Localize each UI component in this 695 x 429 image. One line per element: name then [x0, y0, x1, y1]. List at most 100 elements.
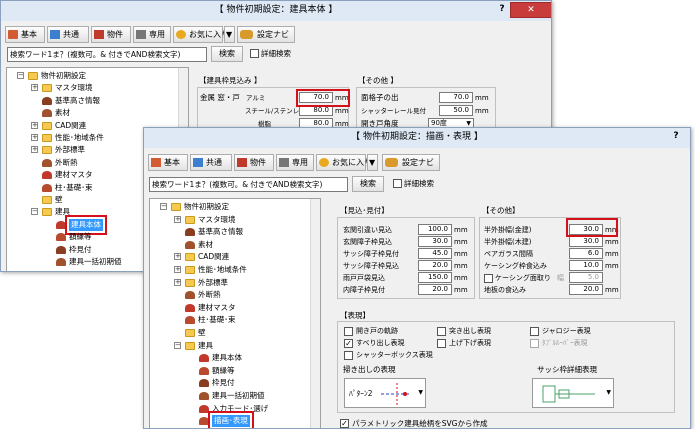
back-help-button[interactable]: ?	[494, 2, 510, 18]
expander-icon[interactable]: +	[31, 84, 38, 92]
front-tree-item-label: 建具	[198, 340, 213, 350]
expression-checkbox[interactable]	[530, 339, 539, 348]
expression-checkbox-label: 開き戸の軌跡	[356, 327, 398, 335]
front-tree-item[interactable]: 建材マスタ	[150, 302, 310, 314]
back-title-bar: 【 物件初期設定：建具本体 】 ? ✕	[1, 1, 551, 21]
front-tree-item[interactable]: 外断熱	[150, 289, 310, 301]
back-tree-item[interactable]: 素材	[7, 107, 177, 119]
expander-icon[interactable]: +	[174, 266, 181, 273]
back-steel-unit: mm	[335, 107, 349, 115]
back-detail-search-label: 詳細検索	[261, 49, 291, 58]
mitsuke-section-title: 【見込･見付】	[340, 206, 389, 215]
sash-detail-select[interactable]: ▼	[532, 378, 614, 408]
other-row-input[interactable]: 20.0	[569, 284, 603, 295]
front-tree-item[interactable]: 素材	[150, 239, 310, 251]
expression-checkbox[interactable]	[344, 351, 353, 360]
back-tree-item-label: 柱･基礎･束	[55, 182, 93, 192]
svg-option-checkbox[interactable]: ✓	[340, 419, 349, 428]
front-tree-item[interactable]: 額縁等	[150, 365, 310, 377]
front-favorites-button[interactable]: お気に入り	[316, 154, 372, 171]
front-tree-item[interactable]: 入力モード･選げ	[150, 403, 310, 415]
front-tree-scrollbar[interactable]	[310, 199, 320, 428]
mitsuke-row-unit: mm	[454, 238, 468, 246]
expression-checkbox[interactable]	[530, 327, 539, 336]
front-tree-item[interactable]: 壁	[150, 327, 310, 339]
expression-checkbox[interactable]	[437, 339, 446, 348]
expander-icon[interactable]: −	[174, 341, 181, 349]
other-row-input[interactable]: 10.0	[569, 260, 603, 271]
other-row-input[interactable]: 5.0	[569, 272, 603, 283]
other-row-checkbox[interactable]	[484, 274, 493, 283]
back-grille-input[interactable]: 70.0	[439, 92, 473, 103]
expression-checkbox[interactable]: ✓	[344, 339, 353, 348]
mitsuke-row-unit: mm	[454, 226, 468, 234]
front-detail-search-checkbox[interactable]	[393, 179, 402, 188]
back-tab-basic[interactable]: 基本	[5, 26, 45, 43]
other-row-label: ケーシング面取り	[495, 274, 551, 282]
back-search-input[interactable]: 検索ワード1ま？(複数可。& 付きでAND検索文字)	[7, 47, 207, 62]
back-close-button[interactable]: ✕	[510, 2, 551, 18]
other-row-unit: 幅	[557, 274, 564, 282]
back-search-button[interactable]: 検索	[211, 46, 243, 62]
mitsuke-row-input[interactable]: 45.0	[418, 248, 452, 259]
front-tree-item[interactable]: − 物件初期設定	[150, 201, 310, 213]
front-tree-item[interactable]: 建具本体	[150, 352, 310, 364]
front-help-button[interactable]: ?	[668, 129, 684, 145]
mitsuke-row-input[interactable]: 150.0	[418, 272, 452, 283]
front-tree-item-label: 建具本体	[212, 353, 242, 363]
front-tree-item[interactable]: 枠見付	[150, 377, 310, 389]
item-icon	[185, 240, 195, 249]
front-tree-item[interactable]: 基準高さ情報	[150, 226, 310, 238]
expander-icon[interactable]: +	[174, 278, 181, 286]
back-tab-exclusive[interactable]: 専用	[133, 26, 171, 43]
front-tree-item-label: 物件初期設定	[184, 202, 229, 211]
mitsuke-row-input[interactable]: 20.0	[418, 260, 452, 271]
front-tab-basic[interactable]: 基本	[148, 154, 188, 171]
expander-icon[interactable]: −	[31, 208, 38, 216]
back-tree-item[interactable]: + マスタ環境	[7, 82, 177, 94]
expression-checkbox[interactable]	[344, 327, 353, 336]
other-row-label: ケーシング枠食込み	[484, 262, 547, 270]
front-search-input[interactable]: 検索ワード1ま？(複数可。& 付きでAND検索文字)	[149, 177, 348, 192]
back-detail-search-checkbox[interactable]	[250, 49, 259, 58]
back-tree-item[interactable]: 基準高さ情報	[7, 95, 177, 107]
other-row-input[interactable]: 6.0	[569, 248, 603, 259]
front-search-button[interactable]: 検索	[352, 176, 384, 192]
expander-icon[interactable]: −	[160, 203, 167, 210]
folder-icon	[42, 146, 52, 155]
expander-icon[interactable]: +	[31, 121, 38, 129]
other-row-input[interactable]: 30.0	[569, 236, 603, 247]
front-tab-common[interactable]: 共通	[190, 154, 232, 171]
back-shutter-input[interactable]: 50.0	[439, 105, 473, 116]
front-tab-property[interactable]: 物件	[234, 154, 274, 171]
expander-icon[interactable]: +	[174, 215, 181, 223]
front-tree-item[interactable]: + 外部標準	[150, 277, 310, 289]
front-tree-item[interactable]: + 性能･地域条件	[150, 264, 310, 276]
expression-checkbox[interactable]	[437, 327, 446, 336]
back-tab-common[interactable]: 共通	[47, 26, 89, 43]
front-tree-item[interactable]: 建具一括初期値	[150, 390, 310, 402]
front-tree-item[interactable]: 柱･基礎･束	[150, 314, 310, 326]
expander-icon[interactable]: −	[17, 72, 24, 79]
pushout-select[interactable]: ﾊﾟﾀｰﾝ2 ▼	[344, 378, 426, 408]
front-tab-exclusive[interactable]: 専用	[276, 154, 314, 171]
other-section-title: 【その他】	[482, 206, 520, 215]
back-navi-button[interactable]: 設定ナビ	[237, 26, 295, 43]
front-tree-item[interactable]: 描画･表現	[150, 411, 310, 428]
front-navi-button[interactable]: 設定ナビ	[382, 154, 440, 171]
expander-icon[interactable]: +	[31, 146, 38, 154]
front-tree-item[interactable]: + マスタ環境	[150, 214, 310, 226]
back-favorites-button[interactable]: お気に入り	[173, 26, 229, 43]
back-favorites-dropdown[interactable]: ▼	[224, 26, 235, 43]
mitsuke-row-input[interactable]: 30.0	[418, 236, 452, 247]
front-favorites-dropdown[interactable]: ▼	[367, 154, 378, 171]
expander-icon[interactable]: +	[174, 253, 181, 261]
mitsuke-row-input[interactable]: 100.0	[418, 224, 452, 235]
item-icon	[42, 183, 52, 192]
front-tree-item[interactable]: + CAD関連	[150, 251, 310, 263]
expander-icon[interactable]: +	[31, 134, 38, 141]
mitsuke-row-input[interactable]: 20.0	[418, 284, 452, 295]
back-tab-property[interactable]: 物件	[91, 26, 131, 43]
front-tree-item[interactable]: − 建具	[150, 340, 310, 352]
back-tree-item[interactable]: − 物件初期設定	[7, 70, 177, 82]
